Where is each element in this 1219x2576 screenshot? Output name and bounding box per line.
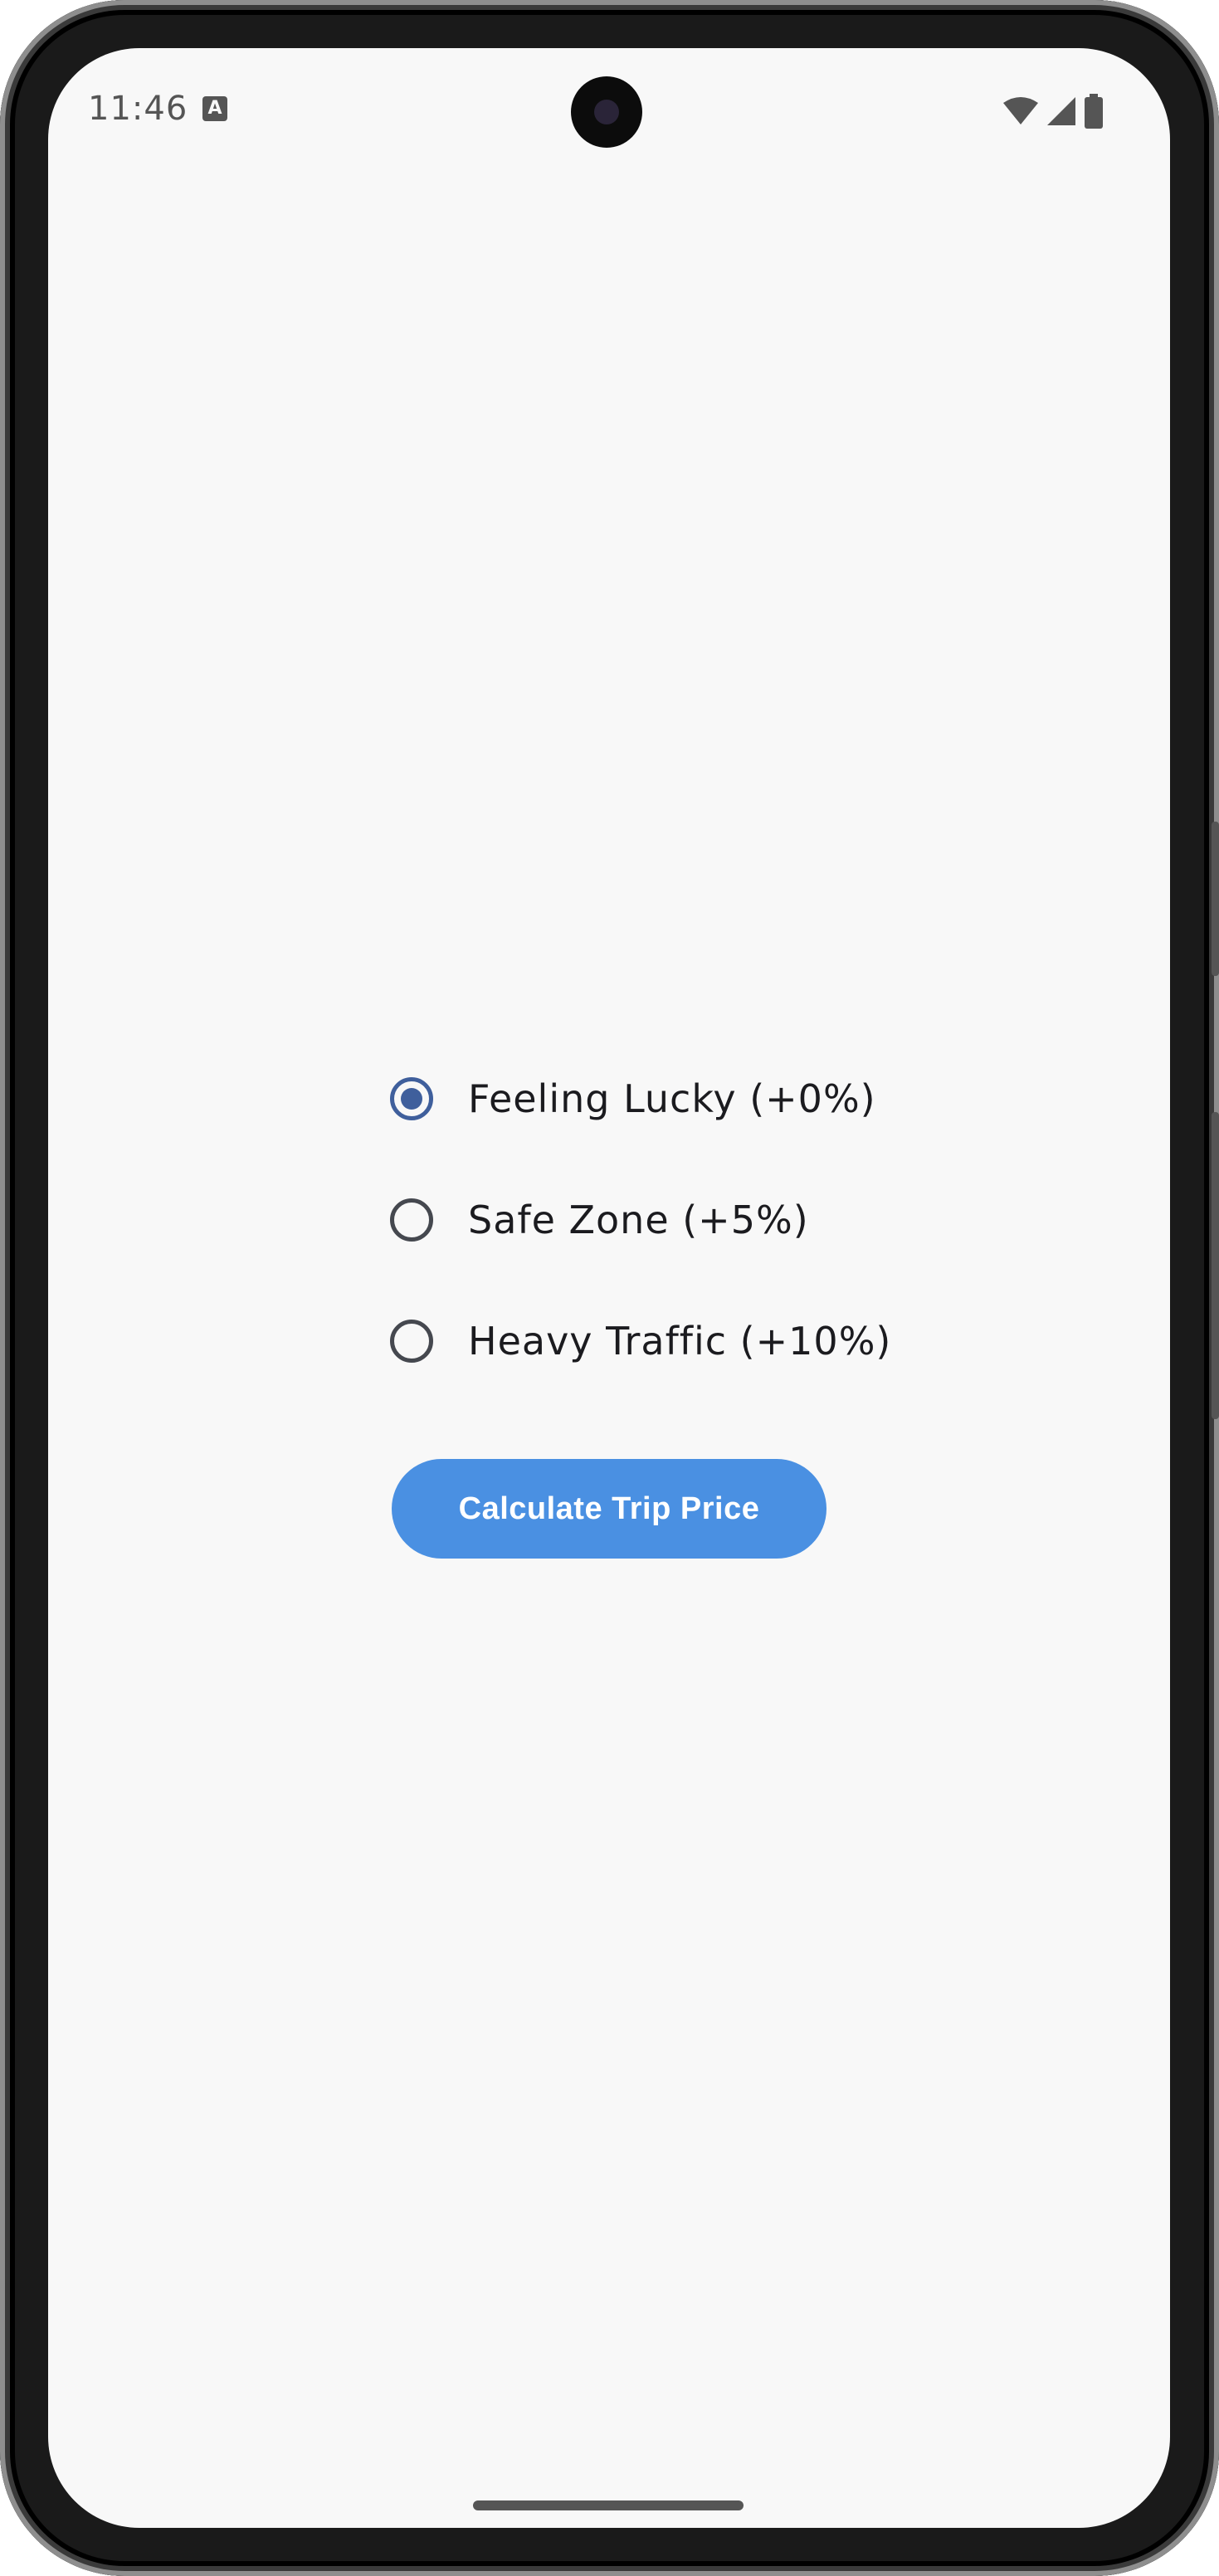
radio-option-safe-zone[interactable]: Safe Zone (+5%) bbox=[382, 1159, 891, 1281]
radio-option-feeling-lucky[interactable]: Feeling Lucky (+0%) bbox=[382, 1038, 891, 1159]
battery-icon bbox=[1085, 94, 1103, 129]
front-camera bbox=[571, 76, 642, 148]
phone-frame: 11:46 A Feeling Lucky (+0%) Safe Zone (+… bbox=[0, 0, 1219, 2576]
status-icons bbox=[1002, 94, 1104, 129]
radio-label: Feeling Lucky (+0%) bbox=[468, 1076, 876, 1121]
cellular-signal-icon bbox=[1047, 97, 1075, 125]
wifi-icon bbox=[1003, 97, 1038, 124]
status-time: 11:46 bbox=[88, 90, 188, 128]
radio-label: Safe Zone (+5%) bbox=[468, 1198, 809, 1242]
radio-label: Heavy Traffic (+10%) bbox=[468, 1319, 892, 1364]
radio-button-unchecked[interactable] bbox=[390, 1198, 433, 1242]
calculate-trip-price-button[interactable]: Calculate Trip Price bbox=[392, 1459, 826, 1559]
power-button bbox=[1212, 1112, 1219, 1419]
home-indicator[interactable] bbox=[473, 2500, 744, 2510]
keyboard-a-icon: A bbox=[202, 96, 227, 121]
radio-button-unchecked[interactable] bbox=[390, 1320, 433, 1363]
surcharge-radio-group: Feeling Lucky (+0%) Safe Zone (+5%) Heav… bbox=[382, 1038, 891, 1402]
status-bar: 11:46 A bbox=[48, 48, 1170, 181]
radio-button-checked[interactable] bbox=[390, 1077, 433, 1120]
screen: 11:46 A Feeling Lucky (+0%) Safe Zone (+… bbox=[48, 48, 1170, 2528]
volume-button bbox=[1212, 822, 1219, 976]
radio-option-heavy-traffic[interactable]: Heavy Traffic (+10%) bbox=[382, 1281, 891, 1402]
